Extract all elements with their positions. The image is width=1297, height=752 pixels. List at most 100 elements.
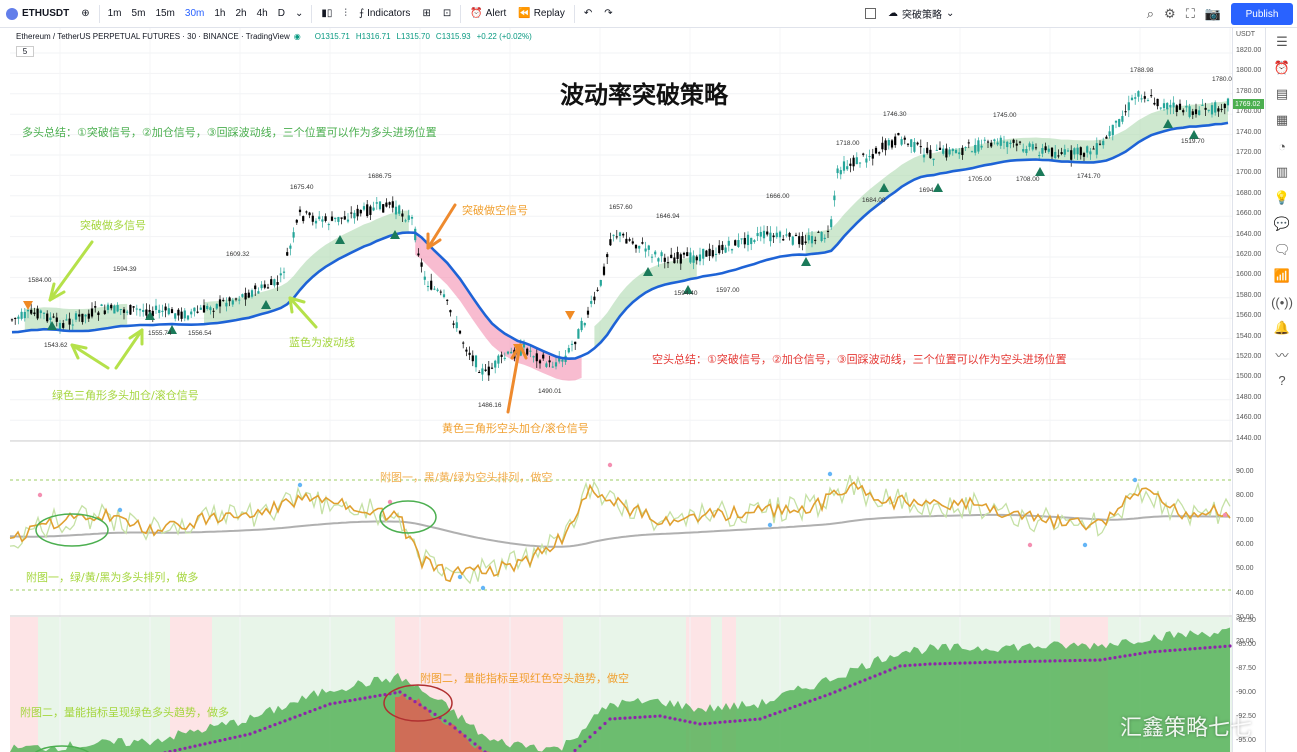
calendar-icon[interactable]: ◔ [1266, 134, 1297, 158]
candle-body [961, 147, 964, 156]
candle-body [394, 206, 398, 215]
hotlist-icon[interactable]: ▥ [1266, 160, 1297, 184]
candle-body [916, 142, 919, 145]
candle-body [1124, 111, 1127, 113]
sub1-long-label: 附图一，绿/黄/黑为多头排列，做多 [26, 571, 199, 584]
sub2-purple-dot [858, 680, 862, 684]
candle-body [183, 310, 186, 319]
news-icon[interactable]: ▦ [1266, 108, 1297, 132]
candle-body [737, 240, 740, 247]
candle-body [1086, 146, 1089, 153]
sub2-purple-dot [233, 735, 237, 739]
sub2-purple-dot [273, 723, 277, 727]
sub2-purple-dot [418, 703, 422, 707]
sub1-signal-dot [117, 507, 123, 513]
candle-body [103, 310, 106, 314]
candle-body [241, 294, 244, 297]
sub2-purple-dot [1058, 659, 1062, 663]
candle-body [1140, 98, 1143, 100]
price-label: 1746.30 [883, 111, 907, 118]
alerts-clock-icon[interactable]: ⏰ [1266, 56, 1297, 80]
trend-icon[interactable]: 〰 [1266, 342, 1297, 366]
help-icon[interactable]: ? [1266, 368, 1297, 392]
candle-body [1066, 150, 1070, 152]
sub2-purple-dot [448, 722, 452, 726]
candle-body [711, 250, 714, 257]
lightbulb-icon[interactable]: 💡 [1266, 186, 1297, 210]
sub2-purple-dot [403, 693, 407, 697]
candle-body [570, 343, 574, 345]
candle-body [353, 212, 356, 219]
sub2-purple-dot [848, 684, 852, 688]
price-label: 1694 [919, 187, 934, 194]
price-label: 1556.54 [188, 330, 212, 337]
candle-body [372, 207, 375, 211]
sub2-purple-dot [398, 690, 402, 694]
candle-body [1201, 104, 1204, 106]
short-summary-text: 空头总结：①突破信号，②加仓信号，③回踩波动线，三个位置可以作为空头进场位置 [652, 353, 1067, 366]
candle-body [625, 238, 628, 244]
sub1-tick: 60.00 [1236, 540, 1254, 548]
sub2-purple-dot [593, 730, 597, 735]
candle-body [113, 305, 116, 314]
sub2-purple-dot [183, 746, 187, 750]
candle-body [247, 292, 250, 298]
data-window-icon[interactable]: ▤ [1266, 82, 1297, 106]
candle-body [1204, 107, 1207, 110]
collapse-legend-button[interactable]: 5 [16, 46, 34, 57]
chat-icon[interactable]: 💬 [1266, 212, 1297, 236]
candle-body [279, 273, 282, 276]
notification-icon[interactable]: 🔔 [1266, 316, 1297, 340]
sub2-purple-dot [768, 713, 772, 718]
sub2-purple-dot [843, 686, 847, 690]
price-label: 1594.40 [674, 290, 698, 297]
comment-icon[interactable]: 🗨 [1266, 238, 1297, 262]
chart-canvas[interactable] [0, 0, 1232, 752]
signal-icon[interactable]: 📶 [1266, 264, 1297, 288]
candle-body [129, 304, 132, 315]
sub1-tick: 80.00 [1236, 492, 1254, 500]
sub2-purple-dot [988, 660, 992, 664]
candle-body [820, 231, 823, 241]
candle-body [1118, 119, 1121, 127]
candle-body [1137, 91, 1140, 97]
sub2-purple-dot [473, 742, 477, 746]
eye-icon[interactable]: ◉ [294, 32, 301, 41]
price-scale[interactable]: USDT 1820.00 1800.00 1780.00 1760.00 1740.00… [1232, 28, 1265, 752]
sub2-purple-dot [1028, 659, 1032, 664]
blue-line-label: 蓝色为波动线 [289, 336, 355, 349]
candle-body [535, 353, 538, 362]
sub1-green-line [9, 474, 1231, 585]
broadcast-icon[interactable]: ((•)) [1266, 290, 1297, 314]
sub2-purple-dot [1093, 658, 1097, 662]
sub2-tick: -82.50 [1236, 617, 1256, 624]
sub2-purple-dot [878, 672, 882, 676]
candle-body [1134, 97, 1137, 99]
sub2-purple-dot [633, 715, 637, 720]
sub2-purple-dot [1158, 649, 1162, 653]
candle-body [426, 285, 430, 288]
candle-body [650, 256, 654, 258]
candle-body [983, 139, 986, 141]
candle-body [199, 307, 202, 310]
sub2-purple-dot [983, 660, 987, 665]
sub2-purple-dot [1143, 651, 1147, 655]
sub2-purple-dot [1138, 652, 1142, 656]
price-tick: 1800.00 [1236, 67, 1262, 75]
price-label: 1666.00 [766, 193, 790, 200]
watchlist-icon[interactable]: ☰ [1266, 30, 1297, 54]
sub2-purple-dot [753, 717, 757, 722]
candle-body [612, 234, 615, 236]
sub2-purple-dot [423, 706, 427, 710]
sub2-purple-dot [583, 739, 587, 744]
candle-body [887, 139, 890, 146]
sub1-tick: 90.00 [1236, 468, 1254, 475]
sub2-purple-dot [803, 701, 807, 705]
candle-body [775, 232, 778, 238]
publish-button[interactable]: Publish [1231, 3, 1293, 25]
sub1-signal-dot [767, 522, 773, 528]
candle-body [282, 271, 286, 273]
candle-body [170, 309, 174, 314]
candle-body [1031, 144, 1034, 150]
sub2-purple-dot [978, 661, 982, 665]
